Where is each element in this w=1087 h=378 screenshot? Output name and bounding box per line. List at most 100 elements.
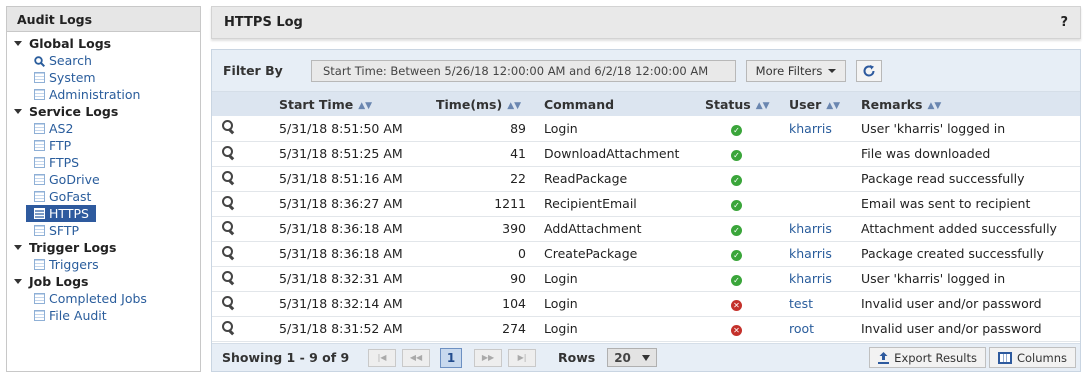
current-page-button[interactable]: 1 <box>440 347 462 368</box>
sidebar-item-search[interactable]: Search <box>7 52 200 69</box>
sidebar-item-ftp[interactable]: FTP <box>7 137 200 154</box>
magnifier-icon[interactable] <box>222 170 237 184</box>
success-icon: ✓ <box>731 275 742 286</box>
more-filters-button[interactable]: More Filters <box>746 59 846 82</box>
tree-group-global-logs[interactable]: Global Logs <box>7 35 200 52</box>
rows-per-page-select[interactable]: 20 <box>607 348 658 367</box>
sidebar-item-administration[interactable]: Administration <box>7 86 200 103</box>
sidebar-item-triggers[interactable]: Triggers <box>7 256 200 273</box>
tree-group-service-logs[interactable]: Service Logs <box>7 103 200 120</box>
magnifier-icon[interactable] <box>222 320 237 334</box>
table-row[interactable]: 5/31/18 8:32:31 AM 90 Login ✓ kharris User 'k… <box>212 266 1080 291</box>
document-icon <box>34 157 45 168</box>
success-icon: ✓ <box>731 200 742 211</box>
view-cell <box>212 116 279 141</box>
user-link[interactable] <box>789 141 861 166</box>
sidebar-item-completed-jobs[interactable]: Completed Jobs <box>7 290 200 307</box>
success-icon: ✓ <box>731 225 742 236</box>
status-cell: ✕ <box>705 316 789 341</box>
tree-group-label: Job Logs <box>29 274 89 289</box>
sidebar-item-https[interactable]: HTTPS <box>26 205 96 222</box>
view-cell <box>212 291 279 316</box>
column-header-command[interactable]: Command <box>544 92 705 116</box>
help-button[interactable]: ? <box>1060 15 1068 30</box>
command-cell: RecipientEmail <box>544 196 637 211</box>
column-header-user[interactable]: User ▲▼ <box>789 92 861 116</box>
table-row[interactable]: 5/31/18 8:36:27 AM 1211 RecipientEmail ✓ Ema… <box>212 191 1080 216</box>
remarks-cell: Attachment added successfully <box>861 221 1057 236</box>
export-results-button[interactable]: Export Results <box>869 347 986 368</box>
start-time-cell: 5/31/18 8:31:52 AM <box>279 321 403 336</box>
user-link[interactable] <box>789 166 861 191</box>
first-page-button[interactable]: |◀ <box>368 348 396 367</box>
user-link[interactable]: root <box>789 316 861 341</box>
table-row[interactable]: 5/31/18 8:51:25 AM 41 DownloadAttachment ✓ F… <box>212 141 1080 166</box>
document-icon <box>34 259 45 270</box>
sidebar-item-file-audit[interactable]: File Audit <box>7 307 200 324</box>
command-cell: Login <box>544 296 578 311</box>
magnifier-icon[interactable] <box>222 195 237 209</box>
columns-button[interactable]: Columns <box>988 347 1076 368</box>
filter-criteria-box[interactable]: Start Time: Between 5/26/18 12:00:00 AM … <box>311 59 736 82</box>
command-cell: CreatePackage <box>544 246 638 261</box>
table-row[interactable]: 5/31/18 8:36:18 AM 390 AddAttachment ✓ kharr… <box>212 216 1080 241</box>
status-cell: ✓ <box>705 266 789 291</box>
prev-page-button[interactable]: ◀◀ <box>402 348 430 367</box>
sidebar-item-ftps[interactable]: FTPS <box>7 154 200 171</box>
sidebar-item-label: Search <box>49 53 92 68</box>
magnifier-icon[interactable] <box>222 245 237 259</box>
column-header-time-ms[interactable]: Time(ms) ▲▼ <box>436 92 544 116</box>
tree-group-job-logs[interactable]: Job Logs <box>7 273 200 290</box>
time-ms-cell: 274 <box>502 321 526 336</box>
table-row[interactable]: 5/31/18 8:51:50 AM 89 Login ✓ kharris User 'k… <box>212 116 1080 141</box>
user-link[interactable]: kharris <box>789 241 861 266</box>
sidebar-item-as2[interactable]: AS2 <box>7 120 200 137</box>
user-link[interactable]: kharris <box>789 266 861 291</box>
last-page-button[interactable]: ▶| <box>508 348 536 367</box>
status-cell: ✓ <box>705 216 789 241</box>
search-icon <box>34 55 46 68</box>
user-link[interactable]: kharris <box>789 216 861 241</box>
table-row[interactable]: 5/31/18 8:32:14 AM 104 Login ✕ test Invalid u… <box>212 291 1080 316</box>
document-icon <box>34 89 45 100</box>
time-ms-cell: 90 <box>510 271 526 286</box>
sidebar-item-sftp[interactable]: SFTP <box>7 222 200 239</box>
magnifier-icon[interactable] <box>222 120 237 133</box>
user-link[interactable]: kharris <box>789 116 861 141</box>
magnifier-icon[interactable] <box>222 145 237 159</box>
view-cell <box>212 216 279 241</box>
tree-group-label: Service Logs <box>29 104 119 119</box>
magnifier-icon[interactable] <box>222 270 237 284</box>
user-link[interactable] <box>789 191 861 216</box>
sidebar-item-label: GoFast <box>49 189 92 204</box>
time-ms-cell: 0 <box>518 246 526 261</box>
chevron-down-icon <box>641 354 650 361</box>
caret-down-icon <box>14 279 22 284</box>
refresh-button[interactable] <box>856 59 882 82</box>
magnifier-icon[interactable] <box>222 295 237 309</box>
table-row[interactable]: 5/31/18 8:51:16 AM 22 ReadPackage ✓ Package … <box>212 166 1080 191</box>
magnifier-icon[interactable] <box>222 220 237 234</box>
view-cell <box>212 316 279 341</box>
audit-logs-sidebar: Audit Logs Global Logs Search System Admini… <box>6 6 201 372</box>
table-row[interactable]: 5/31/18 8:36:18 AM 0 CreatePackage ✓ kharris… <box>212 241 1080 266</box>
sidebar-item-godrive[interactable]: GoDrive <box>7 171 200 188</box>
start-time-cell: 5/31/18 8:32:31 AM <box>279 271 403 286</box>
sidebar-item-gofast[interactable]: GoFast <box>7 188 200 205</box>
rows-label: Rows <box>558 350 596 365</box>
remarks-cell: Package read successfully <box>861 171 1025 186</box>
table-row[interactable]: 5/31/18 8:31:52 AM 274 Login ✕ root Invalid u… <box>212 316 1080 341</box>
column-header-remarks[interactable]: Remarks ▲▼ <box>861 92 1080 116</box>
column-header-status[interactable]: Status ▲▼ <box>705 92 789 116</box>
tree-group-trigger-logs[interactable]: Trigger Logs <box>7 239 200 256</box>
caret-down-icon <box>14 41 22 46</box>
filter-label: Filter By <box>223 63 283 78</box>
status-cell: ✓ <box>705 116 789 141</box>
next-page-button[interactable]: ▶▶ <box>474 348 502 367</box>
user-link[interactable]: test <box>789 291 861 316</box>
remarks-cell: User 'kharris' logged in <box>861 271 1006 286</box>
log-panel: Filter By Start Time: Between 5/26/18 12… <box>211 49 1081 372</box>
sidebar-item-system[interactable]: System <box>7 69 200 86</box>
view-cell <box>212 266 279 291</box>
column-header-start-time[interactable]: Start Time ▲▼ <box>279 92 436 116</box>
